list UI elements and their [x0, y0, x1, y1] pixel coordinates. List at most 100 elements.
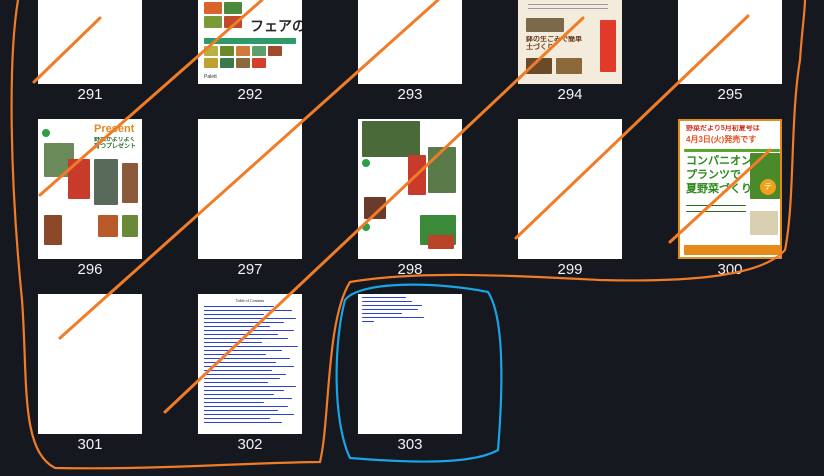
photo-block	[204, 58, 218, 68]
green-badge	[362, 223, 370, 231]
text-line	[686, 211, 746, 212]
photo-block	[220, 46, 234, 56]
page-thumbnail-296[interactable]: Present 野菜がよりよく育つプレゼント	[38, 119, 142, 259]
toc-link-line	[204, 354, 266, 355]
page-number-291: 291	[77, 86, 103, 103]
product-photo	[68, 159, 90, 199]
link-line	[362, 301, 412, 302]
green-band	[684, 149, 780, 152]
toc-link-line	[204, 398, 292, 399]
toc-link-line	[204, 362, 276, 363]
page-thumbnail-302[interactable]: Table of Contents	[198, 294, 302, 434]
toc-link-line	[204, 370, 272, 371]
photo-block	[220, 58, 234, 68]
link-line	[362, 313, 402, 314]
text-line	[528, 8, 608, 9]
toc-link-line	[204, 378, 280, 379]
toc-link-line	[204, 350, 282, 351]
photo-block	[204, 2, 222, 14]
toc-link-line	[204, 310, 292, 311]
toc-link-line	[204, 338, 288, 339]
orange-band	[684, 245, 780, 255]
page-thumbnail-297[interactable]	[198, 119, 302, 259]
page-headline-1: コンパニオン	[686, 155, 752, 167]
page-thumbnail-293[interactable]	[358, 0, 462, 84]
toc-link-line	[204, 330, 294, 331]
toc-link-line	[204, 382, 268, 383]
product-photo	[98, 215, 118, 237]
text-line	[528, 4, 608, 5]
page-number-300: 300	[717, 261, 743, 278]
page-number-294: 294	[557, 86, 583, 103]
page-thumbnail-301[interactable]	[38, 294, 142, 434]
page-number-299: 299	[557, 261, 583, 278]
page-footer: Palett	[204, 74, 217, 80]
page-snippet: 鉢の生ごみで簡単土づくり	[526, 36, 582, 51]
page-number-296: 296	[77, 261, 103, 278]
toc-link-line	[204, 414, 294, 415]
page-number-292: 292	[237, 86, 263, 103]
page-thumbnail-298[interactable]	[358, 119, 462, 259]
red-callout	[600, 20, 616, 72]
toc-link-line	[204, 346, 298, 347]
page-thumbnail-292[interactable]: フェアの Palett	[198, 0, 302, 84]
text-line	[686, 205, 746, 206]
page-thumbnail-300[interactable]: 野菜だより5月初夏号は 4月3日(火)発売です コンパニオン プランツで 夏野菜…	[678, 119, 782, 259]
toc-link-line	[204, 402, 264, 403]
photo-block	[252, 46, 266, 56]
link-line	[362, 297, 406, 298]
toc-link-line	[204, 326, 270, 327]
page-headline: Present	[94, 123, 135, 135]
badge: テ	[760, 179, 776, 195]
toc-link-line	[204, 342, 262, 343]
toc-link-line	[204, 318, 296, 319]
product-photo	[428, 235, 454, 249]
photo-block	[224, 16, 242, 28]
page-thumbnail-303[interactable]	[358, 294, 462, 434]
photo-block	[556, 58, 582, 74]
page-number-301: 301	[77, 436, 103, 453]
toc-link-line	[204, 386, 296, 387]
green-band	[204, 38, 296, 44]
photo-block	[268, 46, 282, 56]
page-thumbnail-299[interactable]	[518, 119, 622, 259]
thumbnail-grid: 291 フェアの Palett 292 293 鉢の生ごみで簡単土づくり 294…	[0, 0, 824, 476]
book-photo	[750, 211, 778, 235]
link-line	[362, 309, 418, 310]
photo-block	[236, 46, 250, 56]
page-number-302: 302	[237, 436, 263, 453]
page-headline-2: プランツで	[686, 169, 741, 181]
product-photo	[364, 197, 386, 219]
page-number-303: 303	[397, 436, 423, 453]
page-number-297: 297	[237, 261, 263, 278]
toc-link-line	[204, 410, 278, 411]
toc-link-line	[204, 358, 290, 359]
toc-link-line	[204, 406, 288, 407]
page-number-293: 293	[397, 86, 423, 103]
toc-title: Table of Contents	[235, 298, 265, 303]
green-badge	[362, 159, 370, 167]
product-photo	[94, 159, 118, 205]
toc-link-line	[204, 306, 274, 307]
toc-link-line	[204, 366, 294, 367]
product-photo	[408, 155, 426, 195]
toc-link-line	[204, 418, 270, 419]
page-thumbnail-291[interactable]	[38, 0, 142, 84]
photo-block	[236, 58, 250, 68]
page-snippet: フェアの	[250, 18, 302, 34]
page-thumbnail-295[interactable]	[678, 0, 782, 84]
photo-block	[204, 16, 222, 28]
product-photo	[122, 215, 138, 237]
page-number-298: 298	[397, 261, 423, 278]
toc-link-line	[204, 322, 284, 323]
page-date: 4月3日(火)発売です	[686, 135, 757, 144]
page-headline-3: 夏野菜づくり	[686, 183, 752, 195]
photo-block	[204, 46, 218, 56]
toc-link-line	[204, 422, 282, 423]
page-thumbnail-294[interactable]: 鉢の生ごみで簡単土づくり	[518, 0, 622, 84]
page-sub: 野菜がよりよく育つプレゼント	[94, 137, 137, 150]
toc-link-line	[204, 314, 264, 315]
link-line	[362, 321, 374, 322]
green-badge	[42, 129, 50, 137]
toc-link-line	[204, 394, 274, 395]
